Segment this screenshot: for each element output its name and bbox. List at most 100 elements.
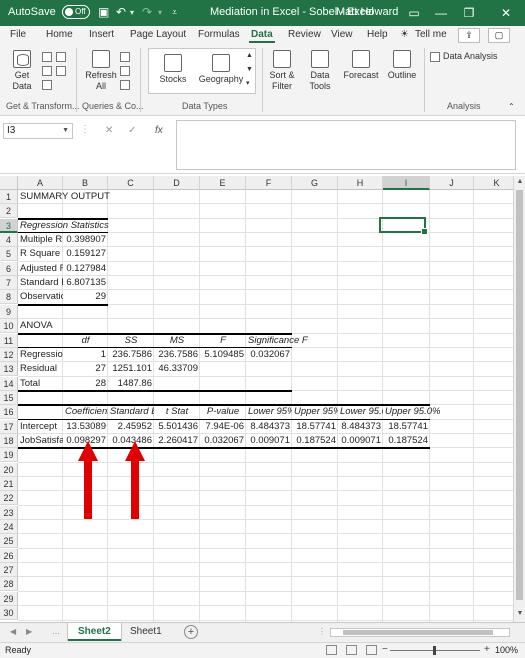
row-header-4[interactable]: 4	[0, 233, 18, 248]
column-header-f[interactable]: F	[246, 176, 292, 190]
cell-a17[interactable]: Intercept	[18, 420, 63, 434]
cell-a14[interactable]: Total	[18, 377, 63, 391]
cell-f11[interactable]: Significance F	[246, 334, 308, 348]
gallery-down-icon[interactable]: ▼	[246, 64, 253, 75]
autosave-toggle[interactable]: Off	[62, 5, 90, 19]
row-header-28[interactable]: 28	[0, 577, 18, 592]
worksheet-grid[interactable]: A B C D E F G H I J K 1 2 3 4 5 6 7 8 9 10 11 12 13 14 15 16 17 18 19…	[0, 176, 513, 622]
more-sheets-icon[interactable]: …	[52, 627, 60, 636]
enter-icon[interactable]: ✓	[128, 125, 136, 136]
cell-i16[interactable]: Upper 95.0%	[383, 405, 440, 419]
cell-e12[interactable]: 5.109485	[200, 348, 246, 362]
minimize-icon[interactable]: —	[430, 3, 452, 23]
cell-c16[interactable]: Standard Error	[108, 405, 154, 419]
zoom-level[interactable]: 100%	[495, 645, 518, 655]
existing-connections-icon[interactable]	[56, 66, 66, 76]
restore-icon[interactable]: ❐	[458, 3, 480, 23]
horizontal-scrollbar[interactable]	[330, 628, 510, 637]
cell-a18[interactable]: JobSatisfaction	[18, 434, 63, 448]
get-data-button[interactable]: Get Data	[8, 50, 36, 92]
gallery-more-icon[interactable]: ▾	[246, 78, 250, 89]
forecast-button[interactable]: Forecast	[342, 50, 380, 81]
undo-icon[interactable]: ↶	[116, 5, 126, 19]
comments-icon[interactable]: ▢	[488, 28, 510, 43]
cell-a1[interactable]: SUMMARY OUTPUT	[18, 190, 110, 204]
outline-button[interactable]: Outline	[386, 50, 418, 81]
tab-view[interactable]: View	[331, 29, 353, 40]
row-header-6[interactable]: 6	[0, 261, 18, 276]
cell-d16[interactable]: t Stat	[154, 405, 200, 419]
share-icon[interactable]: ⇪	[458, 28, 480, 43]
cell-b17[interactable]: 13.53089	[63, 420, 108, 434]
from-text-icon[interactable]	[42, 52, 52, 62]
cell-g18[interactable]: 0.187524	[292, 434, 338, 448]
cell-h16[interactable]: Lower 95.0%	[338, 405, 383, 419]
name-box[interactable]: I3 ▼	[3, 123, 73, 139]
column-header-c[interactable]: C	[108, 176, 154, 190]
customize-toolbar-icon[interactable]: ⩡	[172, 7, 177, 18]
redo-icon[interactable]: ↷	[142, 5, 152, 19]
properties-icon[interactable]	[120, 66, 130, 76]
cell-a5[interactable]: R Square	[18, 247, 63, 261]
cell-b5[interactable]: 0.159127	[63, 247, 108, 261]
column-header-k[interactable]: K	[474, 176, 513, 190]
tab-insert[interactable]: Insert	[89, 29, 114, 40]
tab-page-layout[interactable]: Page Layout	[130, 29, 186, 40]
row-header-11[interactable]: 11	[0, 333, 18, 348]
horizontal-scroll-thumb[interactable]	[343, 630, 493, 635]
insert-function-icon[interactable]: fx	[155, 125, 163, 136]
cell-b8[interactable]: 29	[63, 290, 108, 304]
vertical-scrollbar[interactable]: ▲ ▼	[513, 176, 525, 622]
cell-c13[interactable]: 1251.101	[108, 362, 154, 376]
zoom-out-button[interactable]: −	[382, 644, 388, 655]
cell-a4[interactable]: Multiple R	[18, 233, 63, 247]
zoom-slider-thumb[interactable]	[433, 646, 436, 655]
cell-f17[interactable]: 8.484373	[246, 420, 292, 434]
page-layout-view-icon[interactable]	[346, 645, 357, 655]
row-header-22[interactable]: 22	[0, 491, 18, 506]
tab-file[interactable]: File	[10, 29, 26, 40]
close-icon[interactable]: ✕	[495, 3, 517, 23]
cell-g17[interactable]: 18.57741	[292, 420, 338, 434]
normal-view-icon[interactable]	[326, 645, 337, 655]
sort-filter-button[interactable]: Sort & Filter	[266, 50, 298, 92]
cell-d11[interactable]: MS	[154, 334, 200, 348]
row-header-18[interactable]: 18	[0, 433, 18, 448]
cell-f12[interactable]: 0.032067	[246, 348, 292, 362]
row-header-23[interactable]: 23	[0, 505, 18, 520]
cell-a8[interactable]: Observations	[18, 290, 63, 304]
vertical-scroll-thumb[interactable]	[516, 190, 523, 600]
refresh-all-button[interactable]: Refresh All	[84, 50, 118, 92]
row-header-2[interactable]: 2	[0, 204, 18, 219]
zoom-in-button[interactable]: +	[484, 644, 490, 655]
scroll-down-icon[interactable]: ▼	[514, 610, 525, 617]
row-header-27[interactable]: 27	[0, 563, 18, 578]
cell-h18[interactable]: 0.009071	[338, 434, 383, 448]
column-header-i[interactable]: I	[383, 176, 430, 190]
recent-sources-icon[interactable]	[56, 52, 66, 62]
row-header-1[interactable]: 1	[0, 190, 18, 204]
cell-a10[interactable]: ANOVA	[18, 319, 63, 333]
cell-d17[interactable]: 5.501436	[154, 420, 200, 434]
from-table-icon[interactable]	[42, 80, 52, 90]
ribbon-display-icon[interactable]: ▭	[403, 3, 425, 23]
row-header-5[interactable]: 5	[0, 247, 18, 262]
column-header-a[interactable]: A	[18, 176, 63, 190]
row-header-13[interactable]: 13	[0, 362, 18, 377]
cell-d12[interactable]: 236.7586	[154, 348, 200, 362]
stocks-button[interactable]: Stocks	[153, 54, 193, 85]
gallery-up-icon[interactable]: ▲	[246, 50, 253, 61]
cell-g16[interactable]: Upper 95%	[292, 405, 338, 419]
row-header-19[interactable]: 19	[0, 448, 18, 463]
row-header-3[interactable]: 3	[0, 218, 18, 233]
row-header-30[interactable]: 30	[0, 606, 18, 621]
cell-i18[interactable]: 0.187524	[383, 434, 430, 448]
cell-b6[interactable]: 0.127984	[63, 262, 108, 276]
from-web-icon[interactable]	[42, 66, 52, 76]
column-header-d[interactable]: D	[154, 176, 200, 190]
row-header-7[interactable]: 7	[0, 276, 18, 291]
row-header-16[interactable]: 16	[0, 405, 18, 420]
column-header-e[interactable]: E	[200, 176, 246, 190]
row-header-10[interactable]: 10	[0, 319, 18, 334]
cell-f18[interactable]: 0.009071	[246, 434, 292, 448]
